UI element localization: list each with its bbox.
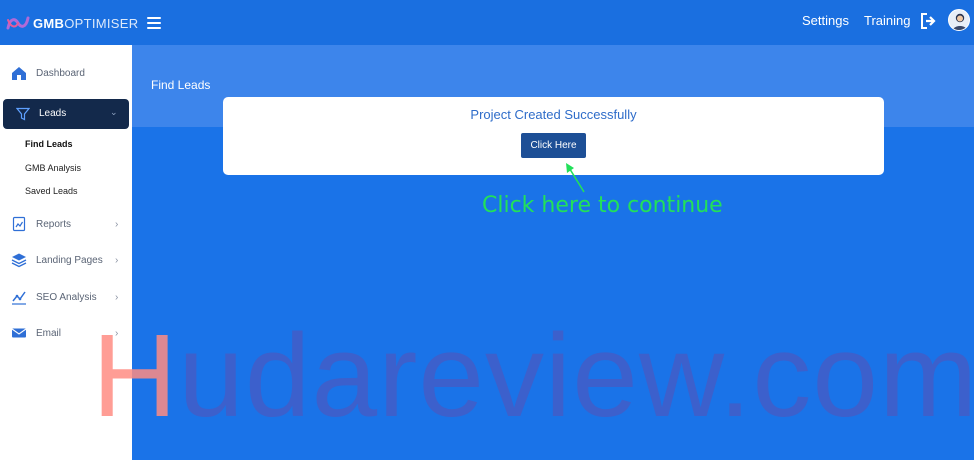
sidebar-item-label: Leads: [39, 108, 67, 119]
sidebar-item-label: Reports: [36, 218, 72, 230]
sidebar-item-dashboard[interactable]: Dashboard: [0, 58, 132, 88]
settings-link[interactable]: Settings: [802, 13, 849, 28]
sidebar-item-label: Landing Pages: [36, 254, 103, 266]
chart-icon: [12, 291, 26, 305]
mail-icon: [11, 328, 27, 338]
sub-item-saved-leads[interactable]: Saved Leads: [25, 186, 78, 196]
logo-light-text: OPTIMISER: [64, 15, 139, 31]
chevron-right-icon: ›: [115, 254, 119, 266]
logo-bold-text: GMB: [33, 15, 65, 31]
success-card: Project Created Successfully Click Here: [223, 97, 884, 175]
avatar-person-icon: [952, 13, 968, 30]
report-icon: [12, 216, 26, 232]
sidebar-item-label: Dashboard: [36, 67, 85, 79]
sidebar-item-landing-pages[interactable]: Landing Pages ›: [0, 245, 132, 275]
chevron-right-icon: ›: [115, 291, 119, 303]
annotation-text: Click here to continue: [482, 193, 723, 218]
app-logo[interactable]: GMBOPTIMISER: [6, 14, 138, 32]
sub-item-gmb-analysis[interactable]: GMB Analysis: [25, 163, 81, 173]
filter-icon: [16, 107, 30, 121]
watermark-rest: udareview.com: [178, 310, 974, 442]
watermark-first-letter: H: [92, 310, 179, 442]
sidebar-item-label: Email: [36, 327, 62, 339]
page-title: Find Leads: [151, 78, 211, 92]
click-here-button[interactable]: Click Here: [521, 133, 586, 158]
logo-text: GMBOPTIMISER: [33, 16, 138, 31]
menu-toggle-icon[interactable]: [147, 17, 161, 29]
top-bar: GMBOPTIMISER Settings Training: [0, 0, 974, 45]
success-message: Project Created Successfully: [470, 107, 637, 122]
sidebar-item-leads[interactable]: Leads ⌄: [3, 99, 129, 129]
user-avatar[interactable]: [948, 9, 970, 31]
sub-item-find-leads[interactable]: Find Leads: [25, 139, 73, 149]
watermark: Hudareview.com: [92, 308, 974, 444]
sidebar-item-reports[interactable]: Reports ›: [0, 209, 132, 239]
training-link[interactable]: Training: [864, 13, 910, 28]
logo-mark-icon: [6, 16, 30, 30]
logout-icon[interactable]: [920, 13, 938, 29]
layers-icon: [11, 253, 27, 268]
chevron-right-icon: ›: [115, 218, 119, 230]
chevron-down-icon: ⌄: [110, 107, 118, 117]
home-icon: [12, 67, 26, 80]
annotation-arrow-icon: [566, 163, 585, 193]
sidebar-item-label: SEO Analysis: [36, 291, 97, 303]
